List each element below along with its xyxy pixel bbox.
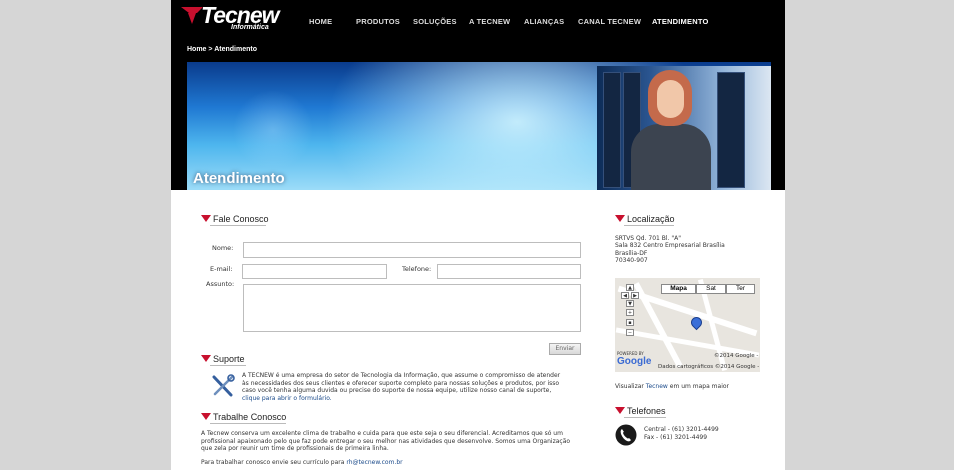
map-pan-up-icon[interactable]: ▲: [626, 284, 634, 291]
left-background: [0, 0, 171, 470]
heading-underline: [624, 225, 674, 226]
support-text: A TECNEW é uma empresa do setor de Tecno…: [242, 372, 582, 402]
phone-fax: Fax - (61) 3201-4499: [644, 433, 708, 441]
jobs-text-line: profissional apaixonado pelo que faz pod…: [201, 437, 571, 445]
map-pan-left-icon[interactable]: ◀: [621, 292, 629, 299]
map-zoom-out-icon[interactable]: −: [626, 329, 634, 336]
red-triangle-icon: [615, 215, 625, 222]
breadcrumb-home[interactable]: Home: [187, 46, 206, 53]
nav-solucoes[interactable]: SOLUÇÕES: [413, 0, 457, 44]
name-input[interactable]: [243, 242, 581, 258]
nav-home[interactable]: HOME: [309, 0, 332, 44]
phone-input[interactable]: [437, 264, 581, 279]
address: SRTVS Qd. 701 Bl. "A" Sala 832 Centro Em…: [615, 235, 765, 265]
support-text-line: às necessidades dos seus clientes e ofer…: [242, 379, 560, 387]
banner-orb: [233, 90, 313, 170]
tecnew-logo[interactable]: Tecnew Informática: [181, 3, 293, 34]
heading-underline: [210, 423, 286, 424]
map-zoom-in-icon[interactable]: +: [626, 309, 634, 316]
nav-atendimento[interactable]: ATENDIMENTO: [652, 0, 709, 44]
section-heading-suporte: Suporte: [201, 354, 246, 366]
section-heading-localizacao: Localização: [615, 214, 675, 226]
larger-map-line: Visualizar Tecnew em um mapa maior: [615, 383, 775, 391]
name-label: Nome:: [212, 244, 234, 252]
email-input[interactable]: [242, 264, 387, 279]
google-map[interactable]: ▲ ◀ ▶ ▼ + ▪ − Mapa Sat Ter POWERED BY Go…: [615, 278, 760, 372]
phone-central: Central - (61) 3201-4499: [644, 426, 719, 433]
person-face: [657, 80, 684, 118]
cv-prefix: Para trabalhar conosco envie seu currícu…: [201, 459, 345, 466]
jobs-text: A Tecnew conserva um excelente clima de …: [201, 430, 586, 453]
heading-underline: [624, 417, 666, 418]
red-triangle-icon: [201, 355, 211, 362]
map-tab-sat[interactable]: Sat: [696, 284, 726, 294]
subject-label: Assunto:: [206, 280, 235, 288]
section-title: Fale Conosco: [213, 214, 269, 224]
section-title: Telefones: [627, 406, 666, 416]
page-banner: Atendimento: [187, 62, 771, 190]
breadcrumb-current: Atendimento: [214, 46, 257, 53]
cv-line: Para trabalhar conosco envie seu currícu…: [201, 459, 586, 467]
section-heading-telefones: Telefones: [615, 406, 666, 418]
right-background: [785, 0, 954, 470]
phone-icon: [615, 424, 637, 446]
phone-label: Telefone:: [402, 265, 432, 273]
red-triangle-icon: [615, 407, 625, 414]
map-zoom-level-icon[interactable]: ▪: [626, 319, 634, 326]
support-text-line: caso você tenha alguma duvida ou precise…: [242, 387, 552, 395]
section-heading-trabalhe-conosco: Trabalhe Conosco: [201, 412, 287, 424]
map-data-label[interactable]: Dados cartográficos ©2014 Google -: [658, 364, 759, 370]
server-rack-image: [603, 72, 621, 188]
larger-map-link[interactable]: Tecnew: [646, 383, 668, 390]
phone-numbers: Central - (61) 3201-4499 Fax - (61) 3201…: [644, 426, 774, 441]
red-triangle-icon: [201, 413, 211, 420]
page: Tecnew Informática HOME PRODUTOS SOLUÇÕE…: [171, 0, 785, 470]
logo-tagline: Informática: [231, 24, 269, 31]
address-line: Brasília-DF: [615, 249, 648, 257]
jobs-text-line: A Tecnew conserva um excelente clima de …: [201, 430, 563, 437]
address-line: Sala 832 Centro Empresarial Brasília: [615, 242, 725, 250]
support-text-line: A TECNEW é uma empresa do setor de Tecno…: [242, 372, 561, 379]
tools-icon: [212, 374, 235, 397]
map-pan-right-icon[interactable]: ▶: [631, 292, 639, 299]
address-line: 70340-907: [615, 257, 648, 265]
map-tab-mapa[interactable]: Mapa: [661, 284, 696, 294]
section-title: Localização: [627, 214, 675, 224]
section-heading-fale-conosco: Fale Conosco: [201, 214, 269, 226]
nav-aliancas[interactable]: ALIANÇAS: [524, 0, 564, 44]
cv-email-link[interactable]: rh@tecnew.com.br: [346, 459, 402, 466]
nav-a-tecnew[interactable]: A TECNEW: [469, 0, 510, 44]
heading-underline: [210, 225, 266, 226]
address-line: SRTVS Qd. 701 Bl. "A": [615, 235, 681, 242]
map-pan-down-icon[interactable]: ▼: [626, 300, 634, 307]
breadcrumb: Home > Atendimento: [187, 46, 257, 53]
subject-textarea[interactable]: [243, 284, 581, 332]
larger-map-prefix: Visualizar: [615, 383, 644, 390]
support-form-link[interactable]: clique para abrir o formulário.: [242, 395, 332, 402]
google-logo[interactable]: Google: [617, 356, 651, 367]
person-image: [631, 124, 711, 190]
section-title: Trabalhe Conosco: [213, 412, 287, 422]
jobs-text-line: que zela por reunir um time de profissio…: [201, 445, 389, 453]
map-tab-ter[interactable]: Ter: [726, 284, 755, 294]
server-rack-image: [717, 72, 745, 188]
email-label: E-mail:: [210, 265, 233, 273]
heading-underline: [210, 365, 246, 366]
section-title: Suporte: [213, 354, 245, 364]
breadcrumb-separator: >: [208, 46, 213, 53]
nav-produtos[interactable]: PRODUTOS: [356, 0, 400, 44]
red-triangle-icon: [201, 215, 211, 222]
banner-title: Atendimento: [193, 170, 285, 187]
send-button[interactable]: Enviar: [549, 343, 581, 355]
top-navigation-bar: Tecnew Informática HOME PRODUTOS SOLUÇÕE…: [171, 0, 785, 44]
map-copyright: ©2014 Google -: [714, 353, 759, 359]
nav-canal-tecnew[interactable]: CANAL TECNEW: [578, 0, 641, 44]
larger-map-suffix: em um mapa maior: [669, 383, 730, 390]
